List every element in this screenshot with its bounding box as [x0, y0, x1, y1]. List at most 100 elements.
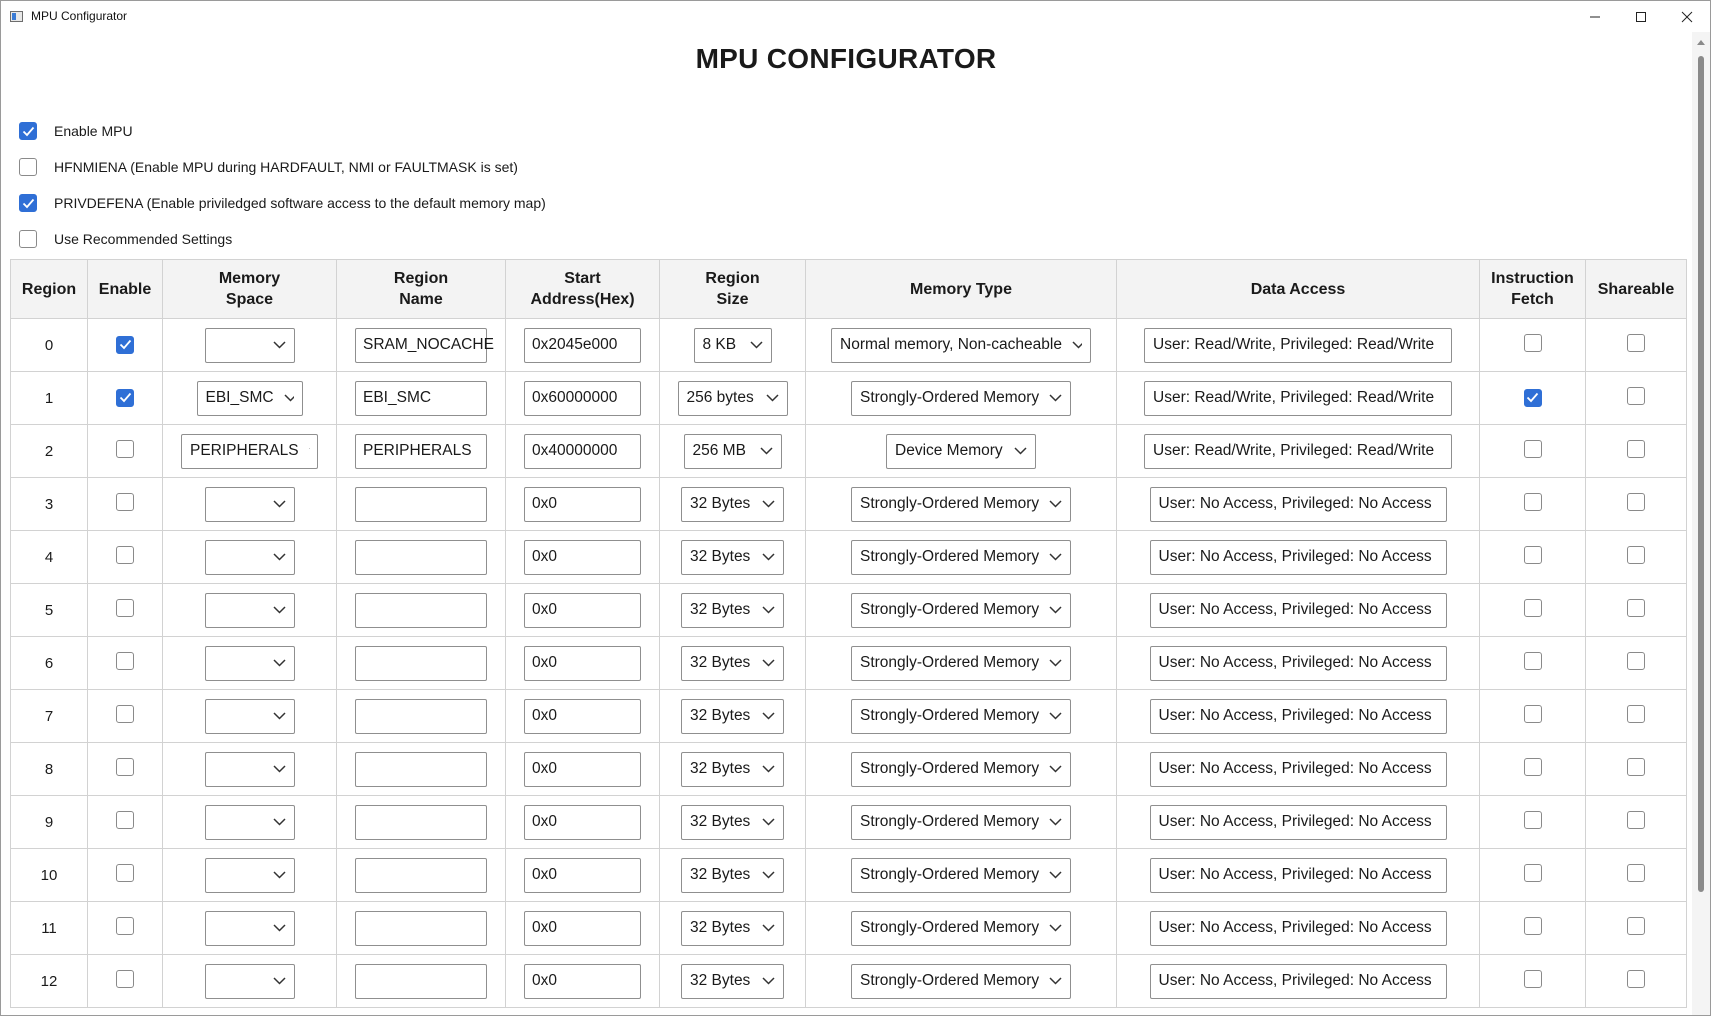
- region-name-input[interactable]: [355, 963, 487, 999]
- memory-type-dropdown[interactable]: Strongly-Ordered Memory: [851, 751, 1071, 787]
- instruction-fetch-checkbox[interactable]: [1523, 652, 1542, 670]
- region-size-dropdown[interactable]: 32 Bytes: [681, 592, 784, 628]
- shareable-checkbox[interactable]: [1627, 811, 1645, 829]
- region-enable-checkbox[interactable]: [116, 917, 134, 935]
- region-name-input[interactable]: SRAM_NOCACHE: [355, 327, 494, 363]
- memory-type-dropdown[interactable]: Strongly-Ordered Memory: [851, 380, 1071, 416]
- memory-type-dropdown[interactable]: Strongly-Ordered Memory: [851, 804, 1071, 840]
- memory-type-dropdown[interactable]: Strongly-Ordered Memory: [851, 910, 1071, 946]
- region-enable-checkbox[interactable]: [116, 970, 134, 988]
- region-enable-checkbox[interactable]: [116, 652, 134, 670]
- recommended-settings-checkbox[interactable]: [19, 230, 37, 248]
- memory-space-dropdown[interactable]: [204, 963, 295, 999]
- region-enable-checkbox[interactable]: [116, 493, 134, 511]
- shareable-checkbox[interactable]: [1627, 334, 1645, 352]
- region-enable-checkbox[interactable]: [116, 388, 134, 407]
- data-access-dropdown[interactable]: User: Read/Write, Privileged: Read/Write: [1144, 327, 1452, 363]
- data-access-dropdown[interactable]: User: No Access, Privileged: No Access: [1149, 857, 1447, 893]
- start-address-input[interactable]: 0x0: [524, 486, 641, 522]
- memory-space-dropdown[interactable]: [204, 539, 295, 575]
- instruction-fetch-checkbox[interactable]: [1523, 917, 1542, 935]
- instruction-fetch-checkbox[interactable]: [1523, 388, 1542, 407]
- memory-space-dropdown[interactable]: [204, 751, 295, 787]
- shareable-checkbox[interactable]: [1627, 758, 1645, 776]
- region-name-input[interactable]: [355, 698, 487, 734]
- region-name-input[interactable]: [355, 804, 487, 840]
- memory-type-dropdown[interactable]: Strongly-Ordered Memory: [851, 645, 1071, 681]
- start-address-input[interactable]: 0x2045e000: [524, 327, 641, 363]
- memory-type-dropdown[interactable]: Strongly-Ordered Memory: [851, 963, 1071, 999]
- region-name-input[interactable]: [355, 751, 487, 787]
- memory-type-dropdown[interactable]: Device Memory: [886, 433, 1036, 469]
- shareable-checkbox[interactable]: [1627, 599, 1645, 617]
- data-access-dropdown[interactable]: User: No Access, Privileged: No Access: [1149, 539, 1447, 575]
- start-address-input[interactable]: 0x0: [524, 539, 641, 575]
- memory-space-dropdown[interactable]: [204, 327, 295, 363]
- instruction-fetch-checkbox[interactable]: [1523, 440, 1542, 458]
- memory-space-dropdown[interactable]: [204, 804, 295, 840]
- data-access-dropdown[interactable]: User: No Access, Privileged: No Access: [1149, 698, 1447, 734]
- region-size-dropdown[interactable]: 32 Bytes: [681, 486, 784, 522]
- region-name-input[interactable]: [355, 645, 487, 681]
- region-size-dropdown[interactable]: 32 Bytes: [681, 539, 784, 575]
- scroll-up-arrow-icon[interactable]: [1697, 40, 1705, 45]
- instruction-fetch-checkbox[interactable]: [1523, 970, 1542, 988]
- memory-type-dropdown[interactable]: Strongly-Ordered Memory: [851, 486, 1071, 522]
- memory-space-dropdown[interactable]: [204, 645, 295, 681]
- start-address-input[interactable]: 0x40000000: [524, 433, 641, 469]
- region-size-dropdown[interactable]: 32 Bytes: [681, 910, 784, 946]
- memory-space-dropdown[interactable]: [204, 486, 295, 522]
- region-enable-checkbox[interactable]: [116, 864, 134, 882]
- region-name-input[interactable]: [355, 486, 487, 522]
- memory-space-dropdown[interactable]: [204, 857, 295, 893]
- region-size-dropdown[interactable]: 8 KB: [693, 327, 772, 363]
- region-enable-checkbox[interactable]: [116, 546, 134, 564]
- data-access-dropdown[interactable]: User: Read/Write, Privileged: Read/Write: [1144, 380, 1452, 416]
- memory-space-dropdown[interactable]: [204, 910, 295, 946]
- start-address-input[interactable]: 0x0: [524, 698, 641, 734]
- vertical-scrollbar[interactable]: [1692, 32, 1710, 1015]
- maximize-button[interactable]: [1618, 1, 1664, 32]
- start-address-input[interactable]: 0x0: [524, 645, 641, 681]
- region-enable-checkbox[interactable]: [116, 758, 134, 776]
- data-access-dropdown[interactable]: User: No Access, Privileged: No Access: [1149, 910, 1447, 946]
- shareable-checkbox[interactable]: [1627, 705, 1645, 723]
- option-enable-mpu[interactable]: Enable MPU: [19, 120, 133, 142]
- instruction-fetch-checkbox[interactable]: [1523, 599, 1542, 617]
- data-access-dropdown[interactable]: User: No Access, Privileged: No Access: [1149, 963, 1447, 999]
- start-address-input[interactable]: 0x0: [524, 751, 641, 787]
- data-access-dropdown[interactable]: User: Read/Write, Privileged: Read/Write: [1144, 433, 1452, 469]
- memory-space-dropdown[interactable]: PERIPHERALS: [181, 433, 318, 469]
- shareable-checkbox[interactable]: [1627, 917, 1645, 935]
- scrollbar-thumb[interactable]: [1698, 56, 1704, 892]
- option-recommended-settings[interactable]: Use Recommended Settings: [19, 228, 232, 250]
- region-name-input[interactable]: PERIPHERALS: [355, 433, 487, 469]
- instruction-fetch-checkbox[interactable]: [1523, 758, 1542, 776]
- region-name-input[interactable]: [355, 857, 487, 893]
- start-address-input[interactable]: 0x0: [524, 592, 641, 628]
- data-access-dropdown[interactable]: User: No Access, Privileged: No Access: [1149, 486, 1447, 522]
- instruction-fetch-checkbox[interactable]: [1523, 493, 1542, 511]
- memory-type-dropdown[interactable]: Strongly-Ordered Memory: [851, 857, 1071, 893]
- start-address-input[interactable]: 0x0: [524, 963, 641, 999]
- shareable-checkbox[interactable]: [1627, 493, 1645, 511]
- region-name-input[interactable]: [355, 910, 487, 946]
- region-size-dropdown[interactable]: 256 MB: [683, 433, 782, 469]
- shareable-checkbox[interactable]: [1627, 970, 1645, 988]
- start-address-input[interactable]: 0x0: [524, 857, 641, 893]
- region-name-input[interactable]: [355, 539, 487, 575]
- close-button[interactable]: [1664, 1, 1710, 32]
- region-size-dropdown[interactable]: 256 bytes: [677, 380, 788, 416]
- instruction-fetch-checkbox[interactable]: [1523, 705, 1542, 723]
- shareable-checkbox[interactable]: [1627, 864, 1645, 882]
- region-size-dropdown[interactable]: 32 Bytes: [681, 857, 784, 893]
- option-hfnmiena[interactable]: HFNMIENA (Enable MPU during HARDFAULT, N…: [19, 156, 518, 178]
- start-address-input[interactable]: 0x0: [524, 910, 641, 946]
- region-name-input[interactable]: EBI_SMC: [355, 380, 487, 416]
- memory-type-dropdown[interactable]: Normal memory, Non-cacheable: [831, 327, 1091, 363]
- region-size-dropdown[interactable]: 32 Bytes: [681, 645, 784, 681]
- memory-space-dropdown[interactable]: [204, 592, 295, 628]
- start-address-input[interactable]: 0x60000000: [524, 380, 641, 416]
- enable-mpu-checkbox[interactable]: [19, 122, 37, 140]
- memory-type-dropdown[interactable]: Strongly-Ordered Memory: [851, 592, 1071, 628]
